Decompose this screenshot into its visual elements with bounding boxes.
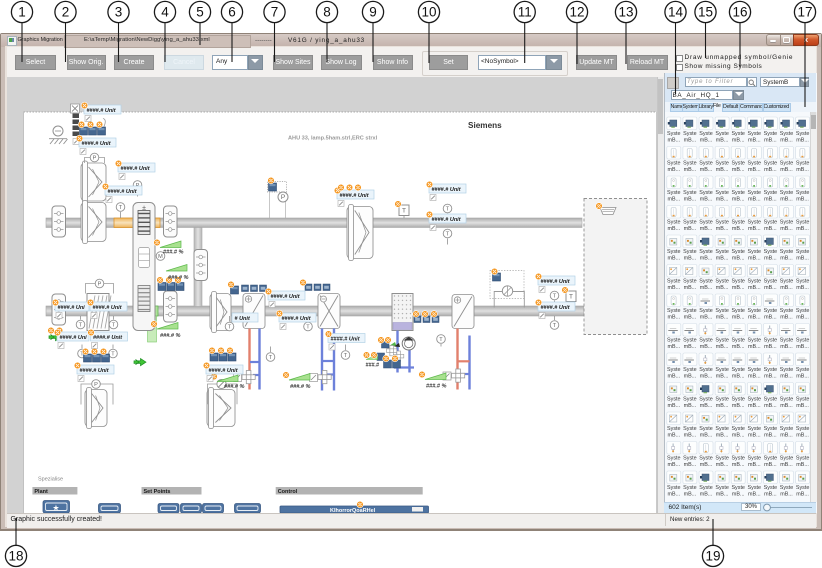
svg-text:19: 19: [705, 549, 720, 564]
svg-text:14: 14: [668, 5, 684, 20]
svg-text:8: 8: [323, 5, 331, 20]
svg-text:16: 16: [732, 5, 747, 20]
svg-text:4: 4: [161, 5, 169, 20]
svg-text:11: 11: [518, 5, 532, 20]
svg-text:12: 12: [569, 5, 584, 20]
svg-text:13: 13: [618, 5, 633, 20]
svg-text:5: 5: [196, 5, 204, 20]
svg-text:9: 9: [369, 5, 377, 20]
svg-text:10: 10: [421, 5, 436, 20]
svg-text:6: 6: [228, 5, 236, 20]
svg-text:15: 15: [698, 5, 713, 20]
svg-text:1: 1: [18, 5, 26, 20]
svg-text:7: 7: [271, 5, 279, 20]
svg-text:18: 18: [8, 549, 23, 564]
svg-text:2: 2: [62, 5, 70, 20]
svg-text:3: 3: [115, 5, 123, 20]
svg-text:17: 17: [797, 5, 812, 20]
